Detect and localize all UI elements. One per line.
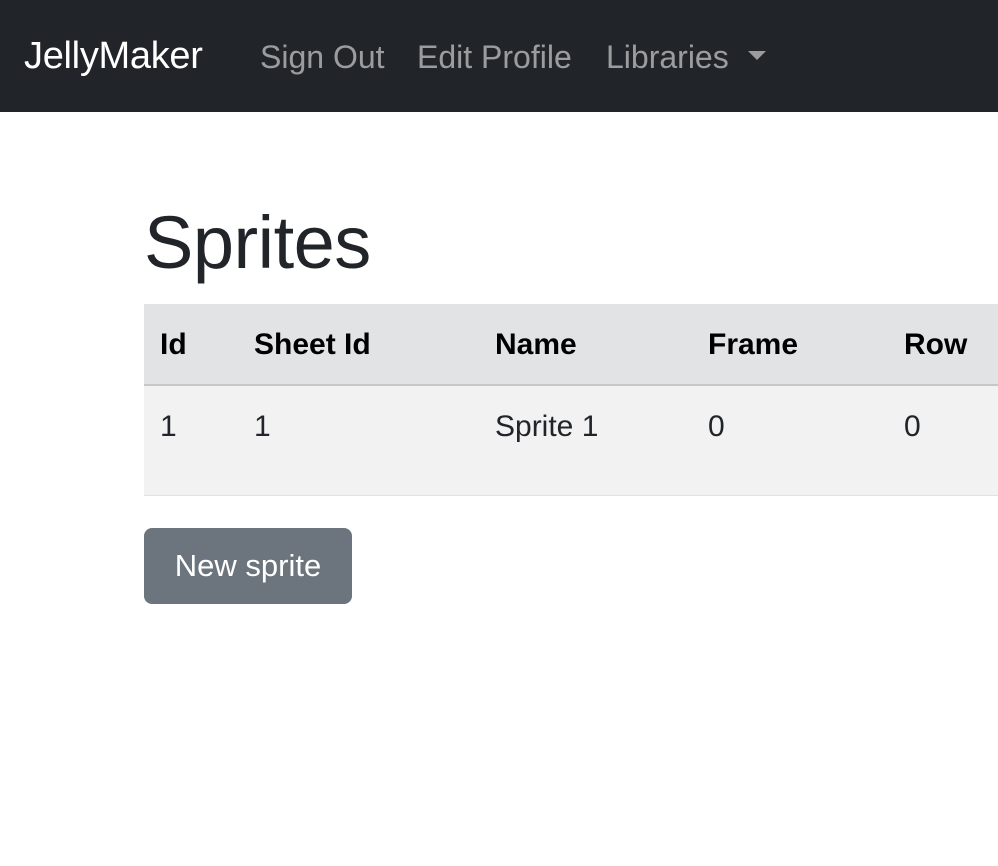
navbar: JellyMaker Sign Out Edit Profile Librari… bbox=[0, 0, 998, 112]
header-sheet-id: Sheet Id bbox=[254, 328, 371, 361]
header-row: Row bbox=[904, 328, 968, 361]
page-title: Sprites bbox=[144, 201, 371, 284]
header-name: Name bbox=[495, 328, 577, 361]
nav-edit-profile[interactable]: Edit Profile bbox=[417, 38, 572, 76]
cell-frame: 0 bbox=[708, 410, 725, 443]
nav-sign-out[interactable]: Sign Out bbox=[260, 38, 385, 76]
header-id: Id bbox=[160, 328, 187, 361]
cell-row: 0 bbox=[904, 410, 921, 443]
brand-link[interactable]: JellyMaker bbox=[24, 34, 203, 78]
table-header-row: Id Sheet Id Name Frame Row bbox=[144, 304, 998, 386]
new-sprite-button[interactable]: New sprite bbox=[144, 528, 352, 604]
caret-down-icon[interactable] bbox=[748, 51, 766, 60]
cell-name: Sprite 1 bbox=[495, 410, 599, 443]
cell-id: 1 bbox=[160, 410, 177, 443]
cell-sheet-id: 1 bbox=[254, 410, 271, 443]
nav-libraries-dropdown[interactable]: Libraries bbox=[606, 38, 729, 76]
sprites-table: Id Sheet Id Name Frame Row 1 1 Sprite 1 … bbox=[144, 304, 998, 496]
header-frame: Frame bbox=[708, 328, 799, 361]
table-row[interactable]: 1 1 Sprite 1 0 0 bbox=[144, 386, 998, 496]
